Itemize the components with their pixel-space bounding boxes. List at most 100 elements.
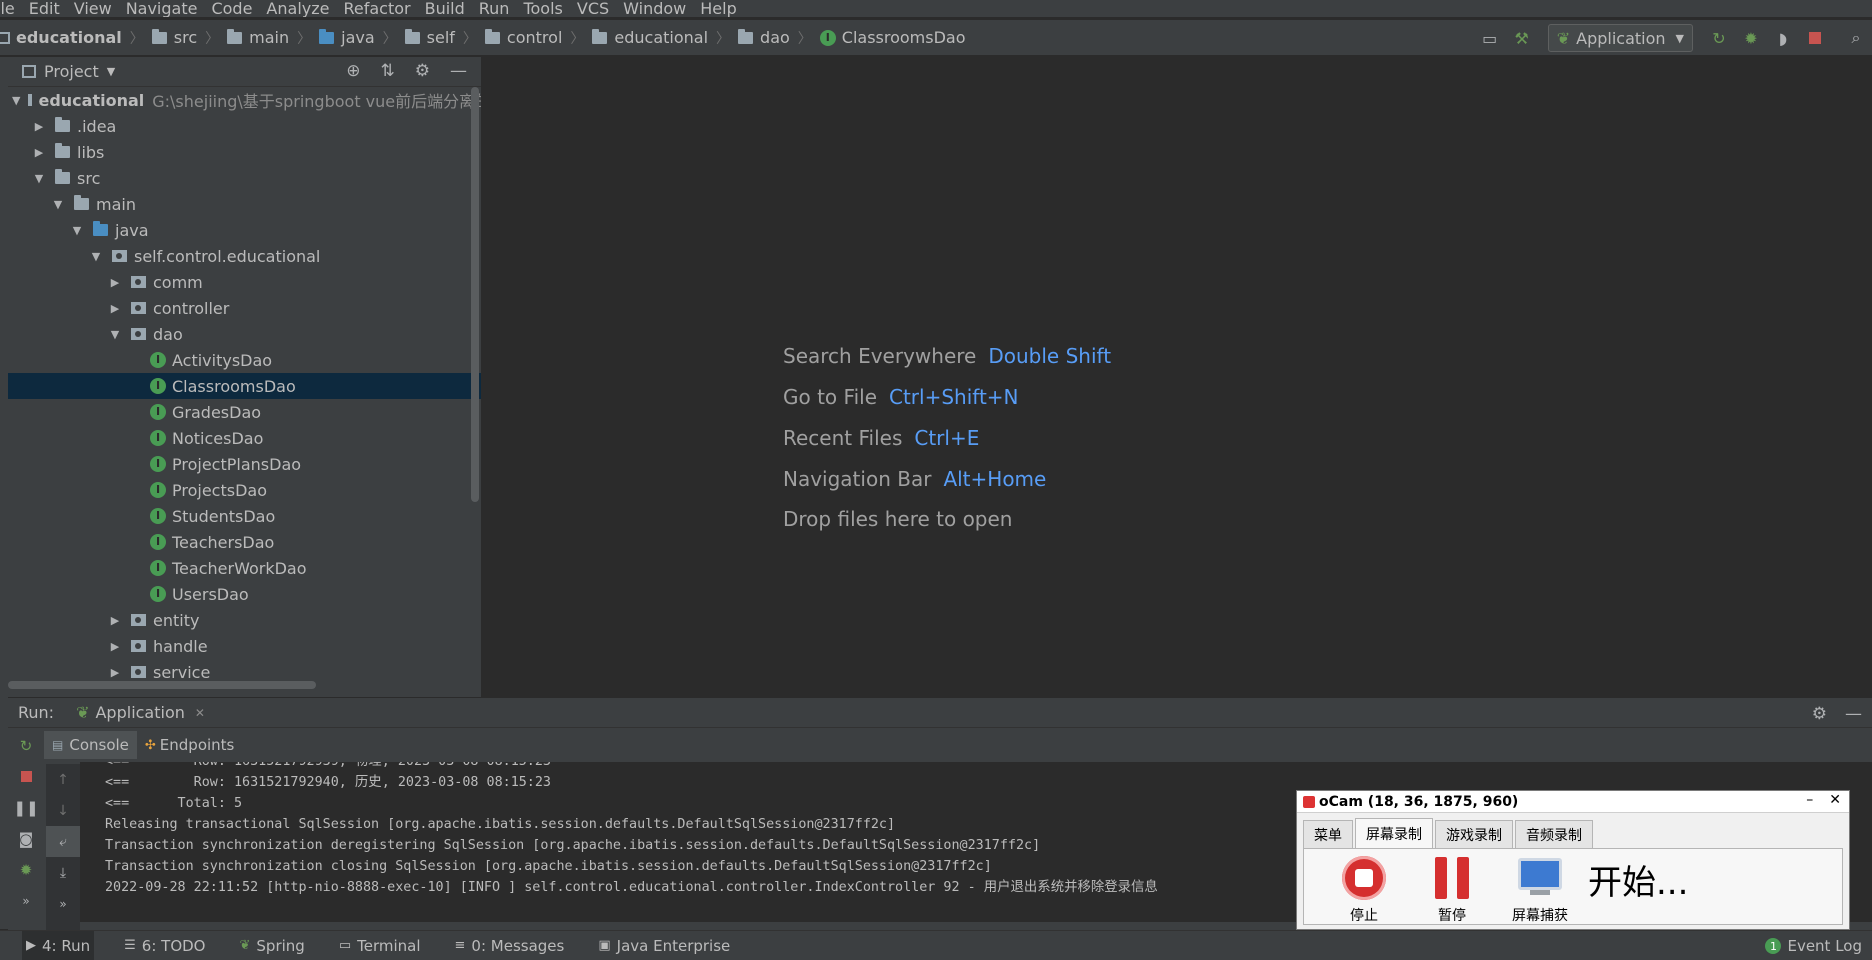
up-arrow-icon[interactable]: ↑ — [46, 764, 80, 795]
ocam-tab-menu[interactable]: 菜单 — [1303, 820, 1353, 848]
expanded-arrow-icon[interactable]: ▼ — [107, 328, 123, 341]
camera-icon[interactable]: ◙ — [12, 823, 40, 854]
menu-vcs[interactable]: VCS — [577, 0, 609, 17]
tree-item[interactable]: I ProjectPlansDao — [8, 451, 481, 477]
tab-endpoints[interactable]: ✣ Endpoints — [137, 731, 242, 759]
run-configuration-select[interactable]: ❦ Application ▼ — [1547, 24, 1693, 52]
tree-item[interactable]: I TeachersDao — [8, 529, 481, 555]
gear-icon[interactable]: ⚙ — [1812, 704, 1827, 724]
tree-item[interactable]: ▶ .idea — [8, 113, 481, 139]
tree-item[interactable]: I ActivitysDao — [8, 347, 481, 373]
toolwindow-run[interactable]: ▶ 4: Run — [22, 930, 95, 960]
minimize-icon[interactable]: – — [1806, 792, 1813, 808]
menu-navigate[interactable]: Navigate — [126, 0, 198, 17]
collapsed-arrow-icon[interactable]: ▶ — [31, 120, 47, 133]
close-icon[interactable]: ✕ — [195, 706, 205, 720]
pause-icon[interactable]: ❚❚ — [12, 792, 40, 823]
rerun-icon[interactable]: ↻ — [12, 730, 40, 761]
layout-icon[interactable]: ▭ — [1479, 27, 1501, 49]
crumb-java[interactable]: java — [341, 28, 375, 47]
collapsed-arrow-icon[interactable]: ▶ — [107, 614, 123, 627]
ocam-tab-game-record[interactable]: 游戏录制 — [1435, 820, 1513, 848]
horizontal-scrollbar[interactable] — [8, 681, 316, 689]
crumb-src[interactable]: src — [174, 28, 197, 47]
tree-item[interactable]: ▼ main — [8, 191, 481, 217]
menu-view[interactable]: View — [74, 0, 112, 17]
toolwindow-todo[interactable]: ☰ 6: TODO — [120, 931, 209, 960]
expanded-arrow-icon[interactable]: ▼ — [88, 250, 104, 263]
expanded-arrow-icon[interactable]: ▼ — [31, 172, 47, 185]
rerun-icon[interactable]: ↻ — [1708, 27, 1730, 49]
tree-item[interactable]: ▶ controller — [8, 295, 481, 321]
gear-icon[interactable]: ⚙ — [415, 61, 430, 81]
crumb-control[interactable]: control — [507, 28, 562, 47]
collapse-all-icon[interactable]: ⇅ — [381, 61, 395, 81]
soft-wrap-icon[interactable]: ⤶ — [46, 826, 80, 857]
run-coverage-icon[interactable]: ◗ — [1772, 27, 1794, 49]
stop-icon[interactable] — [12, 761, 40, 792]
more-icon[interactable]: » — [46, 888, 80, 919]
toolwindow-messages[interactable]: ≡ 0: Messages — [451, 931, 569, 960]
more-icon[interactable]: » — [12, 885, 40, 916]
search-icon[interactable]: ⌕ — [1845, 27, 1867, 49]
vertical-scrollbar[interactable] — [471, 87, 479, 502]
project-panel-title[interactable]: Project — [44, 62, 99, 81]
expanded-arrow-icon[interactable]: ▼ — [12, 94, 20, 107]
ocam-tab-audio-record[interactable]: 音频录制 — [1515, 820, 1593, 848]
menu-help[interactable]: Help — [700, 0, 736, 17]
menu-file[interactable]: ile — [0, 0, 15, 17]
tree-item[interactable]: ▼ java — [8, 217, 481, 243]
tree-item[interactable]: ▶ handle — [8, 633, 481, 659]
toolwindow-java-enterprise[interactable]: ▣ Java Enterprise — [594, 931, 734, 960]
run-tab-application[interactable]: ❦ Application ✕ — [76, 703, 205, 722]
menu-code[interactable]: Code — [211, 0, 252, 17]
toolwindow-terminal[interactable]: ▭ Terminal — [335, 931, 425, 960]
tree-item[interactable]: ▼ src — [8, 165, 481, 191]
tree-item[interactable]: I UsersDao — [8, 581, 481, 607]
menu-run[interactable]: Run — [479, 0, 510, 17]
tree-item[interactable]: I NoticesDao — [8, 425, 481, 451]
tree-item[interactable]: ▶ comm — [8, 269, 481, 295]
ocam-tab-screen-record[interactable]: 屏幕录制 — [1355, 818, 1433, 848]
build-hammer-icon[interactable]: ⚒ — [1511, 27, 1533, 49]
crumb-dao[interactable]: dao — [760, 28, 790, 47]
crumb-main[interactable]: main — [249, 28, 289, 47]
chevron-down-icon[interactable]: ▼ — [107, 65, 115, 78]
crumb-educational[interactable]: educational — [16, 28, 122, 47]
tree-item[interactable]: I ClassroomsDao — [8, 373, 481, 399]
locate-icon[interactable]: ⊕ — [346, 61, 360, 81]
menu-build[interactable]: Build — [425, 0, 465, 17]
close-icon[interactable]: ✕ — [1829, 792, 1841, 808]
tab-console[interactable]: ▤ Console — [44, 731, 137, 759]
collapsed-arrow-icon[interactable]: ▶ — [31, 146, 47, 159]
crumb-educational-pkg[interactable]: educational — [614, 28, 708, 47]
ocam-stop-button[interactable]: 停止 — [1324, 853, 1404, 925]
expanded-arrow-icon[interactable]: ▼ — [69, 224, 85, 237]
hide-icon[interactable]: — — [1845, 704, 1862, 724]
tree-item[interactable]: ▼ dao — [8, 321, 481, 347]
tree-item[interactable]: I StudentsDao — [8, 503, 481, 529]
ocam-titlebar[interactable]: oCam (18, 36, 1875, 960) – ✕ — [1297, 791, 1849, 813]
stop-icon[interactable] — [1804, 27, 1826, 49]
down-arrow-icon[interactable]: ↓ — [46, 795, 80, 826]
crumb-self[interactable]: self — [427, 28, 455, 47]
debug-bug-icon[interactable]: ✹ — [1740, 27, 1762, 49]
ocam-pause-button[interactable]: 暂停 — [1412, 853, 1492, 925]
tree-item[interactable]: I GradesDao — [8, 399, 481, 425]
tree-item[interactable]: I ProjectsDao — [8, 477, 481, 503]
scroll-to-end-icon[interactable]: ⤓ — [46, 857, 80, 888]
expanded-arrow-icon[interactable]: ▼ — [50, 198, 66, 211]
menu-window[interactable]: Window — [623, 0, 686, 17]
crumb-classroomsdao[interactable]: ClassroomsDao — [842, 28, 966, 47]
hide-icon[interactable]: — — [450, 61, 467, 81]
collapsed-arrow-icon[interactable]: ▶ — [107, 666, 123, 679]
menu-edit[interactable]: Edit — [29, 0, 60, 17]
tree-item[interactable]: ▶ libs — [8, 139, 481, 165]
tree-item[interactable]: ▼ self.control.educational — [8, 243, 481, 269]
ocam-capture-button[interactable]: 屏幕捕获 — [1500, 853, 1580, 925]
settings-bug-icon[interactable]: ✹ — [12, 854, 40, 885]
menu-analyze[interactable]: Analyze — [266, 0, 329, 17]
tree-root[interactable]: ▼ educational G:\shejiing\基于springboot v… — [8, 87, 481, 113]
collapsed-arrow-icon[interactable]: ▶ — [107, 640, 123, 653]
menu-refactor[interactable]: Refactor — [343, 0, 410, 17]
